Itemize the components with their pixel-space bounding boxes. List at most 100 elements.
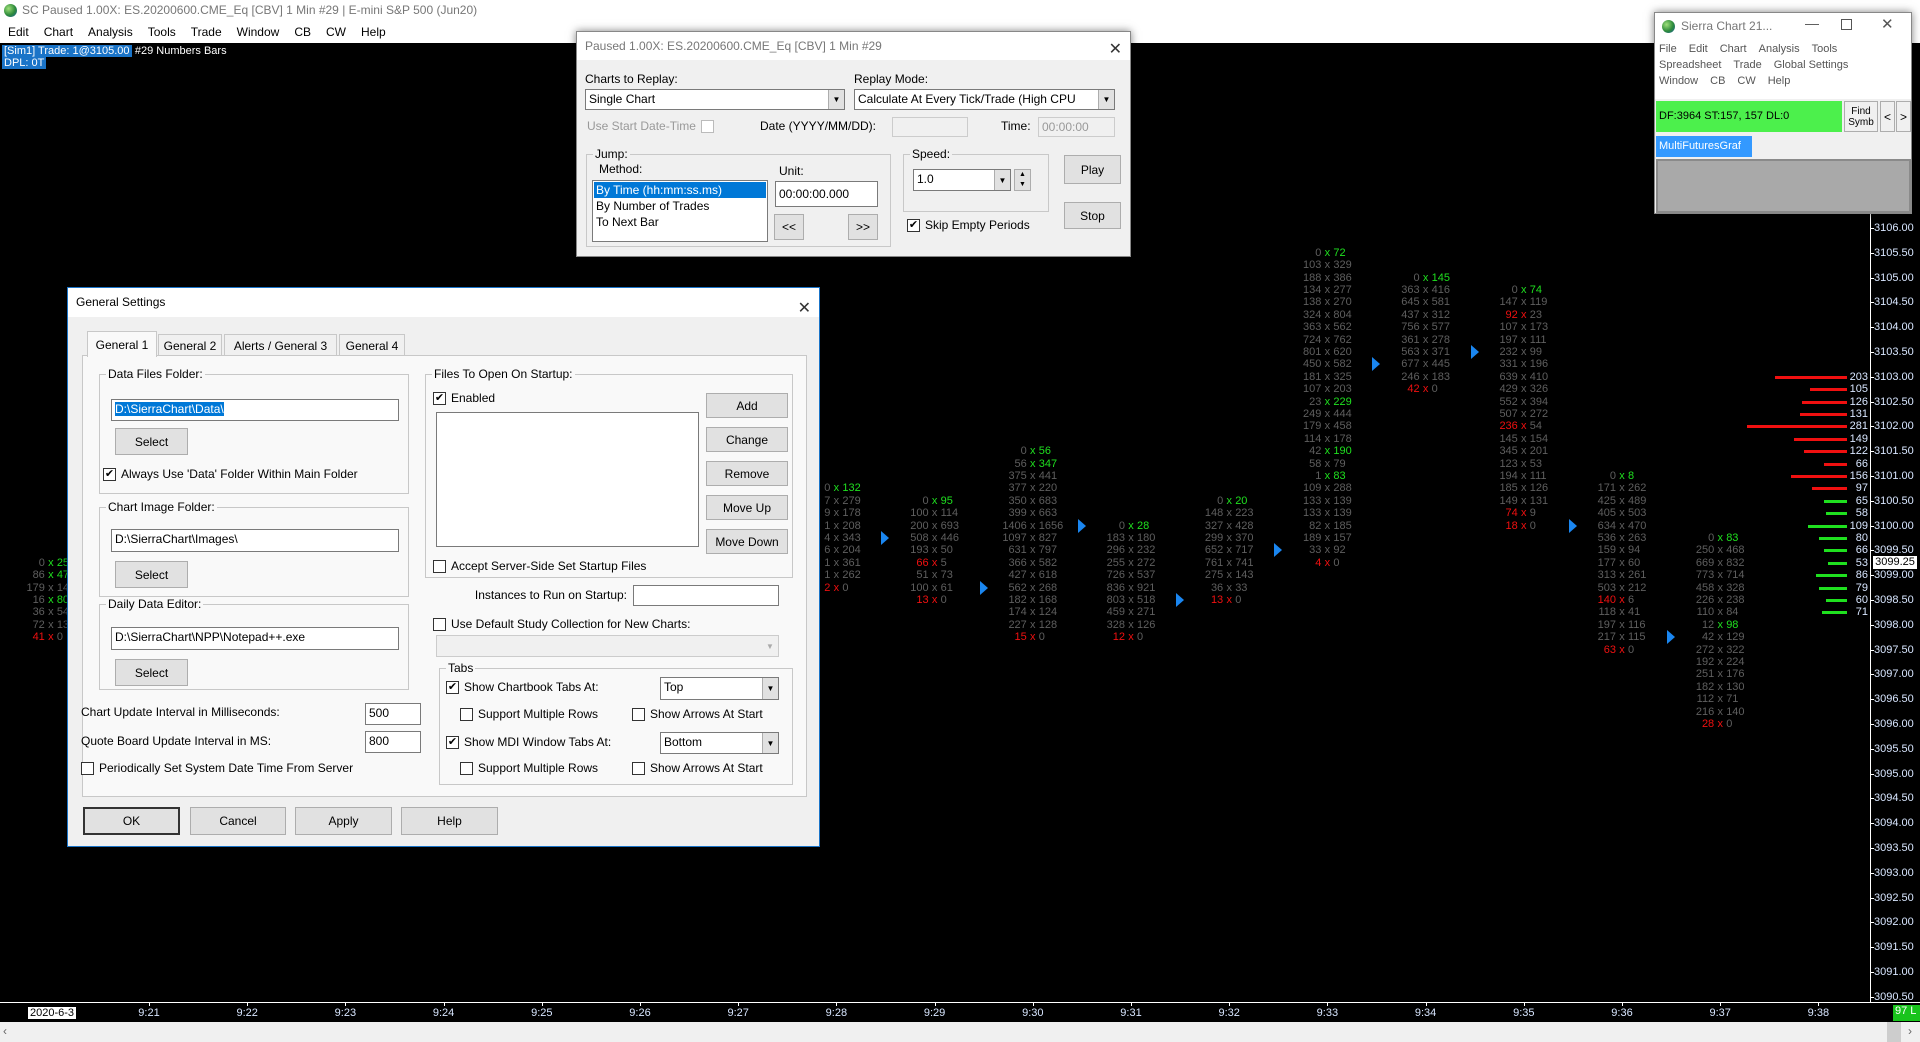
menu-trade[interactable]: Trade	[191, 21, 222, 43]
method-option-by-time[interactable]: By Time (hh:mm:ss.ms)	[594, 182, 766, 198]
instances-input[interactable]	[633, 585, 779, 606]
speed-select[interactable]: 1.0 ▼	[913, 169, 1011, 191]
mini-menu-analysis[interactable]: Analysis	[1759, 41, 1800, 57]
menu-cw[interactable]: CW	[326, 21, 346, 43]
mini-chart-area[interactable]	[1656, 159, 1911, 213]
mini-menu-global-settings[interactable]: Global Settings	[1774, 57, 1849, 73]
tab-general-2[interactable]: General 2	[158, 334, 222, 356]
close-icon[interactable]: ✕	[798, 294, 811, 323]
data-files-folder-input[interactable]: D:\SierraChart\Data\	[111, 399, 399, 421]
mini-title: Sierra Chart 21...	[1681, 19, 1773, 33]
tab-general-4[interactable]: General 4	[339, 334, 405, 356]
bid-volume: 726	[1106, 569, 1125, 582]
bid-ask-row: 503 x 212	[1568, 582, 1678, 594]
bid-ask-row: 123 x 53	[1470, 458, 1580, 470]
default-study-collection-select[interactable]: ▼	[436, 635, 779, 657]
data-folder-select-button[interactable]: Select	[115, 428, 188, 455]
mdi-arrows-checkbox[interactable]: Show Arrows At Start	[632, 761, 763, 775]
unit-input[interactable]: 00:00:00.000	[775, 181, 878, 207]
scroll-left-icon[interactable]: ‹	[3, 1024, 7, 1038]
mini-menu-cw[interactable]: CW	[1737, 73, 1755, 89]
chart-image-folder-input[interactable]: D:\SierraChart\Images\	[111, 529, 399, 552]
mini-menu-help[interactable]: Help	[1768, 73, 1791, 89]
menu-edit[interactable]: Edit	[8, 21, 29, 43]
move-down-button[interactable]: Move Down	[706, 529, 788, 554]
image-folder-select-button[interactable]: Select	[115, 561, 188, 588]
bid-ask-row: 4x0	[1273, 557, 1383, 569]
menu-analysis[interactable]: Analysis	[88, 21, 133, 43]
chartbook-tab[interactable]: MultiFuturesGraf	[1656, 136, 1752, 157]
close-icon[interactable]: ✕	[1109, 36, 1122, 64]
stop-button[interactable]: Stop	[1064, 202, 1121, 229]
ok-button[interactable]: OK	[83, 807, 180, 835]
tab-alerts-general-3[interactable]: Alerts / General 3	[224, 334, 337, 356]
always-use-data-folder-checkbox[interactable]: ✔ Always Use 'Data' Folder Within Main Fo…	[103, 467, 358, 481]
scroll-right-icon[interactable]: ›	[1908, 1024, 1912, 1038]
next-button[interactable]: >	[1896, 101, 1911, 132]
menu-chart[interactable]: Chart	[44, 21, 73, 43]
method-option-next-bar[interactable]: To Next Bar	[594, 214, 766, 230]
move-up-button[interactable]: Move Up	[706, 495, 788, 520]
help-button[interactable]: Help	[401, 807, 498, 835]
time-axis[interactable]: 2020-6-3 97 L 9:21 9:22 9:23 9:24 9:25 9:26 9:…	[0, 1002, 1920, 1022]
bid-volume: 377	[1008, 482, 1027, 495]
minimize-icon[interactable]: —	[1805, 15, 1819, 31]
mini-menu-window[interactable]: Window	[1659, 73, 1698, 89]
mini-menu-file[interactable]: File	[1659, 41, 1677, 57]
menu-help[interactable]: Help	[361, 21, 386, 43]
add-button[interactable]: Add	[706, 393, 788, 418]
mini-menu-trade[interactable]: Trade	[1733, 57, 1761, 73]
play-button[interactable]: Play	[1064, 155, 1121, 184]
chartbook-arrows-checkbox[interactable]: Show Arrows At Start	[632, 707, 763, 721]
mini-menu-tools[interactable]: Tools	[1812, 41, 1838, 57]
mini-menu-spreadsheet[interactable]: Spreadsheet	[1659, 57, 1721, 73]
menu-cb[interactable]: CB	[294, 21, 311, 43]
maximize-icon[interactable]	[1841, 19, 1852, 30]
method-option-by-trades[interactable]: By Number of Trades	[594, 198, 766, 214]
bid-ask-row: 425 x 489	[1568, 495, 1678, 507]
jump-forward-button[interactable]: >>	[848, 214, 878, 240]
find-symbol-button[interactable]: Find Symb	[1844, 101, 1878, 132]
show-mdi-tabs-checkbox[interactable]: ✔ Show MDI Window Tabs At:	[446, 735, 611, 749]
remove-button[interactable]: Remove	[706, 461, 788, 486]
quote-board-interval-input[interactable]: 800	[365, 731, 421, 753]
charts-to-replay-select[interactable]: Single Chart ▼	[585, 89, 845, 110]
chartbook-tabs-position-select[interactable]: Top ▼	[660, 677, 779, 700]
close-icon[interactable]: ✕	[1881, 15, 1894, 33]
replay-mode-select[interactable]: Calculate At Every Tick/Trade (High CPU ▼	[854, 89, 1115, 110]
mini-menu-edit[interactable]: Edit	[1689, 41, 1708, 57]
tab-general-1[interactable]: General 1	[87, 331, 157, 357]
startup-files-list[interactable]	[436, 412, 699, 547]
chartbook-multiple-rows-checkbox[interactable]: Support Multiple Rows	[460, 707, 598, 721]
spin-up-icon[interactable]: ▲	[1015, 170, 1030, 180]
accept-server-side-checkbox[interactable]: Accept Server-Side Set Startup Files	[433, 559, 646, 573]
show-chartbook-tabs-checkbox[interactable]: ✔ Show Chartbook Tabs At:	[446, 680, 599, 694]
volume-profile-value: 80	[1855, 532, 1868, 544]
daily-data-editor-input[interactable]: D:\SierraChart\NPP\Notepad++.exe	[111, 627, 399, 650]
scroll-thumb[interactable]	[1887, 1022, 1901, 1042]
skip-empty-periods-checkbox[interactable]: ✔ Skip Empty Periods	[907, 218, 1030, 232]
chart-update-interval-input[interactable]: 500	[365, 703, 421, 725]
mdi-tabs-position-select[interactable]: Bottom ▼	[660, 732, 779, 754]
horizontal-scrollbar[interactable]: ‹ ›	[0, 1022, 1920, 1042]
time-input[interactable]: 00:00:00	[1038, 117, 1115, 137]
mini-menu-cb[interactable]: CB	[1710, 73, 1725, 89]
jump-back-button[interactable]: <<	[774, 214, 804, 240]
use-start-datetime-checkbox[interactable]: Use Start Date-Time	[587, 119, 714, 133]
speed-spinner[interactable]: ▲ ▼	[1014, 169, 1031, 191]
periodic-datetime-checkbox[interactable]: Periodically Set System Date Time From S…	[81, 761, 353, 775]
prev-button[interactable]: <	[1880, 101, 1895, 132]
mini-menu-chart[interactable]: Chart	[1720, 41, 1747, 57]
mdi-multiple-rows-checkbox[interactable]: Support Multiple Rows	[460, 761, 598, 775]
apply-button[interactable]: Apply	[295, 807, 392, 835]
editor-select-button[interactable]: Select	[115, 659, 188, 686]
menu-tools[interactable]: Tools	[148, 21, 176, 43]
menu-window[interactable]: Window	[237, 21, 280, 43]
change-button[interactable]: Change	[706, 427, 788, 452]
cancel-button[interactable]: Cancel	[190, 807, 286, 835]
date-input[interactable]	[892, 117, 968, 137]
default-study-collection-checkbox[interactable]: Use Default Study Collection for New Cha…	[433, 617, 690, 631]
spin-down-icon[interactable]: ▼	[1015, 180, 1030, 190]
jump-method-list[interactable]: By Time (hh:mm:ss.ms) By Number of Trade…	[592, 180, 768, 242]
startup-enabled-checkbox[interactable]: ✔ Enabled	[433, 391, 495, 405]
